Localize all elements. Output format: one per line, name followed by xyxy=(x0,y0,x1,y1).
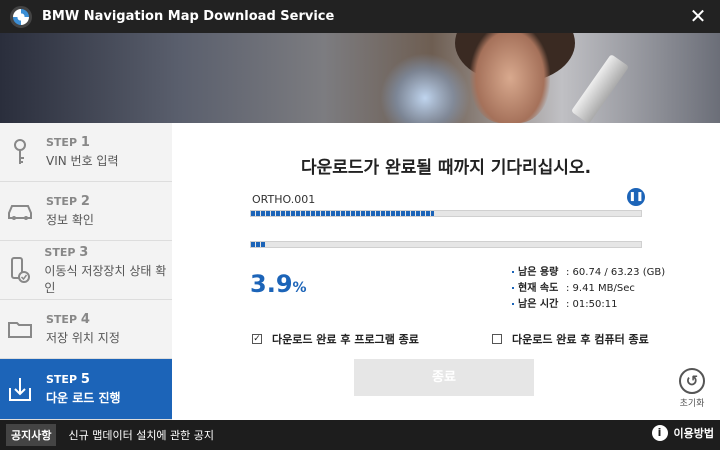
step-label: 저장 위치 지정 xyxy=(46,331,120,345)
step-2: STEP 2 정보 확인 xyxy=(0,182,172,241)
current-file-name: ORTHO.001 xyxy=(252,193,316,206)
notice-link[interactable]: 신규 맵데이터 설치에 관한 공지 xyxy=(68,427,214,443)
file-progress-fill xyxy=(251,211,435,216)
help-button[interactable]: i 이용방법 xyxy=(651,425,714,441)
step-number: 3 xyxy=(79,244,89,260)
step-label: 정보 확인 xyxy=(46,213,94,227)
total-progress-bar xyxy=(250,241,642,248)
title-bar: BMW Navigation Map Download Service ✕ xyxy=(0,0,720,33)
percent-value: 3.9 xyxy=(250,270,293,298)
close-program-label: 다운로드 완료 후 프로그램 종료 xyxy=(272,333,419,346)
bmw-logo-icon xyxy=(10,5,32,28)
help-label: 이용방법 xyxy=(673,427,714,440)
step-label: 다운 로드 진행 xyxy=(46,391,121,405)
stat-value: : 60.74 / 63.23 (GB) xyxy=(566,267,666,278)
step-5: STEP 5 다운 로드 진행 xyxy=(0,359,172,420)
stat-label: 현재 속도 xyxy=(512,281,566,297)
step-number: 4 xyxy=(80,312,90,327)
step-prefix: STEP xyxy=(44,245,76,259)
step-number: 2 xyxy=(80,194,90,209)
step-label: VIN 번호 입력 xyxy=(46,154,119,168)
usb-stick-image xyxy=(570,54,630,123)
stat-label: 남은 용량 xyxy=(512,265,566,281)
globe-glow xyxy=(380,53,470,123)
step-1: STEP 1 VIN 번호 입력 xyxy=(0,123,172,182)
reset-button[interactable]: ↺ 초기화 xyxy=(677,368,707,409)
step-sidebar: STEP 1 VIN 번호 입력 STEP 2 정보 확인 STEP 3 이동식… xyxy=(0,123,172,420)
key-icon xyxy=(0,138,40,166)
end-button[interactable]: 종료 xyxy=(354,359,534,396)
header-banner xyxy=(0,33,720,123)
step-4: STEP 4 저장 위치 지정 xyxy=(0,300,172,359)
window-title: BMW Navigation Map Download Service xyxy=(42,9,335,24)
notice-badge[interactable]: 공지사항 xyxy=(6,424,57,446)
step-prefix: STEP xyxy=(46,195,78,208)
stat-label: 남은 시간 xyxy=(512,297,566,313)
close-icon[interactable]: ✕ xyxy=(686,4,710,28)
step-number: 5 xyxy=(80,372,90,387)
step-prefix: STEP xyxy=(46,136,78,149)
file-progress-bar xyxy=(250,210,642,217)
download-stats: 남은 용량 : 60.74 / 63.23 (GB) 현재 속도 : 9.41 … xyxy=(512,265,665,313)
stat-row-time: 남은 시간 : 01:50:11 xyxy=(512,297,665,313)
car-icon xyxy=(0,201,40,221)
step-prefix: STEP xyxy=(46,313,78,326)
step-3: STEP 3 이동식 저장장치 상태 확인 xyxy=(0,241,172,300)
banner-figure-face xyxy=(470,33,550,123)
step-label: 이동식 저장장치 상태 확인 xyxy=(44,263,167,295)
folder-icon xyxy=(0,319,40,339)
page-title: 다운로드가 완료될 때까지 기다리십시오. xyxy=(300,158,592,178)
progress-percent: 3.9% xyxy=(250,270,307,298)
stat-value: : 01:50:11 xyxy=(566,299,618,310)
close-program-checkbox[interactable]: ✓ xyxy=(252,334,262,344)
download-panel: 다운로드가 완료될 때까지 기다리십시오. ORTHO.001 ❚❚ 3.9% … xyxy=(172,123,720,420)
reset-icon: ↺ xyxy=(679,368,705,394)
footer-bar: 공지사항 신규 맵데이터 설치에 관한 공지 i 이용방법 xyxy=(0,420,720,450)
usb-check-icon xyxy=(0,256,38,284)
info-icon: i xyxy=(651,425,668,441)
stat-row-remaining: 남은 용량 : 60.74 / 63.23 (GB) xyxy=(512,265,665,281)
shutdown-pc-checkbox[interactable] xyxy=(492,334,502,344)
total-progress-fill xyxy=(251,242,267,247)
percent-unit: % xyxy=(292,280,307,296)
step-prefix: STEP xyxy=(46,373,78,386)
stat-value: : 9.41 MB/Sec xyxy=(566,283,635,294)
pause-button[interactable]: ❚❚ xyxy=(627,188,645,206)
download-icon xyxy=(0,376,40,402)
stat-row-speed: 현재 속도 : 9.41 MB/Sec xyxy=(512,281,665,297)
step-number: 1 xyxy=(80,135,90,150)
reset-label: 초기화 xyxy=(679,399,705,409)
shutdown-pc-label: 다운로드 완료 후 컴퓨터 종료 xyxy=(512,333,649,346)
shutdown-pc-option[interactable]: 다운로드 완료 후 컴퓨터 종료 xyxy=(492,331,649,347)
close-program-option[interactable]: ✓ 다운로드 완료 후 프로그램 종료 xyxy=(252,331,419,347)
